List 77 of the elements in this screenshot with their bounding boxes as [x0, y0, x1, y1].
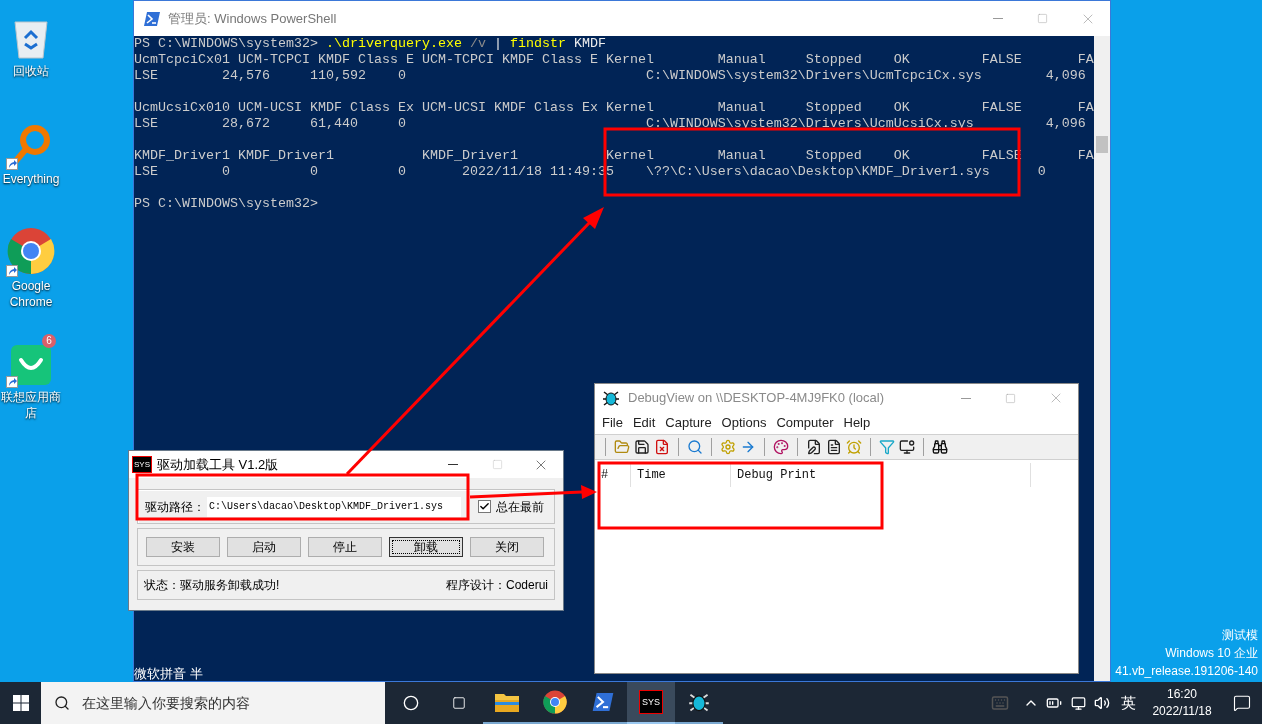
- column-header[interactable]: Time: [631, 463, 731, 487]
- folder-icon: [614, 439, 630, 455]
- windows-logo-icon: [12, 695, 29, 711]
- window-title: 管理员: Windows PowerShell: [168, 9, 338, 28]
- battery-icon[interactable]: [1046, 695, 1062, 711]
- topmost-label: 总在最前: [496, 498, 544, 516]
- powershell-icon: [144, 11, 160, 26]
- edit-file-icon: [806, 439, 822, 455]
- clock[interactable]: 16:20 2022/11/18: [1142, 686, 1222, 720]
- test-mode-text: Windows 10 企业: [1165, 645, 1258, 662]
- maximize-icon: [1037, 13, 1048, 24]
- menu-item[interactable]: Computer: [771, 413, 839, 433]
- test-mode-text: 41.vb_release.191206-140: [1115, 663, 1258, 680]
- column-header[interactable]: #: [595, 463, 631, 487]
- gear-icon: [720, 439, 736, 455]
- ime-status-text: 微软拼音 半: [134, 666, 203, 682]
- task-view-icon: [452, 696, 466, 710]
- filter-icon: [879, 439, 895, 455]
- clear-file-icon: [654, 439, 670, 455]
- menu-item[interactable]: Help: [838, 413, 876, 433]
- console-output-line: UcmTcpciCx01 UCM-TCPCI KMDF Class E UCM-TCPCI KMDF Class E Kernel Manual Stopped OK FALSE FA: [134, 52, 1094, 68]
- maximize-icon: [491, 459, 503, 470]
- menu-item[interactable]: Options: [716, 413, 772, 433]
- toolbar-button[interactable]: [632, 437, 652, 457]
- search-icon: [687, 439, 703, 455]
- input-language-button[interactable]: 英: [1114, 691, 1142, 715]
- path-label: 驱动路径：: [145, 498, 205, 516]
- credit-text: 程序设计：Coderui: [445, 577, 548, 594]
- volume-icon[interactable]: [1094, 695, 1110, 711]
- action-button[interactable]: 关闭: [470, 537, 544, 557]
- bug-icon: [602, 389, 620, 407]
- chrome-icon: [543, 690, 567, 714]
- circle-icon: [403, 695, 419, 711]
- action-button[interactable]: 启动: [227, 537, 301, 557]
- save-icon: [634, 439, 650, 455]
- column-header[interactable]: Debug Print: [731, 463, 1031, 487]
- minimize-icon: [448, 464, 458, 465]
- window-title: 驱动加载工具 V1.2版: [157, 455, 280, 474]
- toolbar-button[interactable]: [771, 437, 791, 457]
- console-output-line: LSE 24,576 110,592 0 C:\WINDOWS\system32\Drivers\UcmTcpciCx.sys 4,096: [134, 68, 1086, 84]
- action-button[interactable]: 安装: [146, 537, 220, 557]
- test-mode-text: 测试模: [1222, 627, 1258, 644]
- search-field[interactable]: 在这里输入你要搜索的内容: [41, 682, 385, 724]
- palette-icon: [773, 439, 789, 455]
- notification-badge: 6: [42, 334, 56, 348]
- action-button[interactable]: 卸载: [389, 537, 463, 557]
- menu-item[interactable]: Edit: [627, 413, 661, 433]
- clock-icon: [846, 439, 862, 455]
- topmost-checkbox[interactable]: [478, 500, 491, 513]
- search-icon: [54, 695, 70, 711]
- chrome-icon: [7, 227, 55, 275]
- console-output-line: UcmUcsiCx010 UCM-UCSI KMDF Class Ex UCM-UCSI KMDF Class Ex Kernel Manual Stopped OK FALSE FA: [134, 100, 1094, 116]
- network-icon[interactable]: [1070, 695, 1086, 711]
- toolbar-button[interactable]: [897, 437, 917, 457]
- status-text: 状态：驱动服务卸载成功!: [144, 577, 281, 594]
- folder-icon: [495, 692, 519, 712]
- minimize-icon: [960, 397, 971, 399]
- app-icon: SYS: [639, 690, 663, 714]
- notification-icon[interactable]: [1233, 694, 1251, 712]
- bug-icon: [688, 691, 710, 713]
- action-button[interactable]: 停止: [308, 537, 382, 557]
- command-line: PS C:\WINDOWS\system32> .\driverquery.exe /v | findstr KMDF: [134, 36, 606, 52]
- minimize-icon: [992, 18, 1003, 19]
- document-icon: [826, 439, 842, 455]
- store-icon: [10, 344, 52, 386]
- monitor-icon: [899, 439, 915, 455]
- menu-item[interactable]: File: [597, 413, 628, 433]
- binoculars-icon: [932, 439, 948, 455]
- app-icon: SYS: [132, 456, 152, 473]
- toolbar-button[interactable]: [930, 437, 950, 457]
- powershell-icon: [592, 693, 614, 711]
- taskbar-app-button[interactable]: SYS: [627, 682, 675, 724]
- window-title: DebugView on \\DESKTOP-4MJ9FK0 (local): [628, 389, 885, 408]
- console-prompt: PS C:\WINDOWS\system32>: [134, 196, 318, 212]
- maximize-icon: [1005, 392, 1016, 404]
- path-field[interactable]: C:\Users\dacao\Desktop\KMDF_Driver1.sys: [207, 496, 461, 517]
- menu-item[interactable]: Capture: [660, 413, 717, 433]
